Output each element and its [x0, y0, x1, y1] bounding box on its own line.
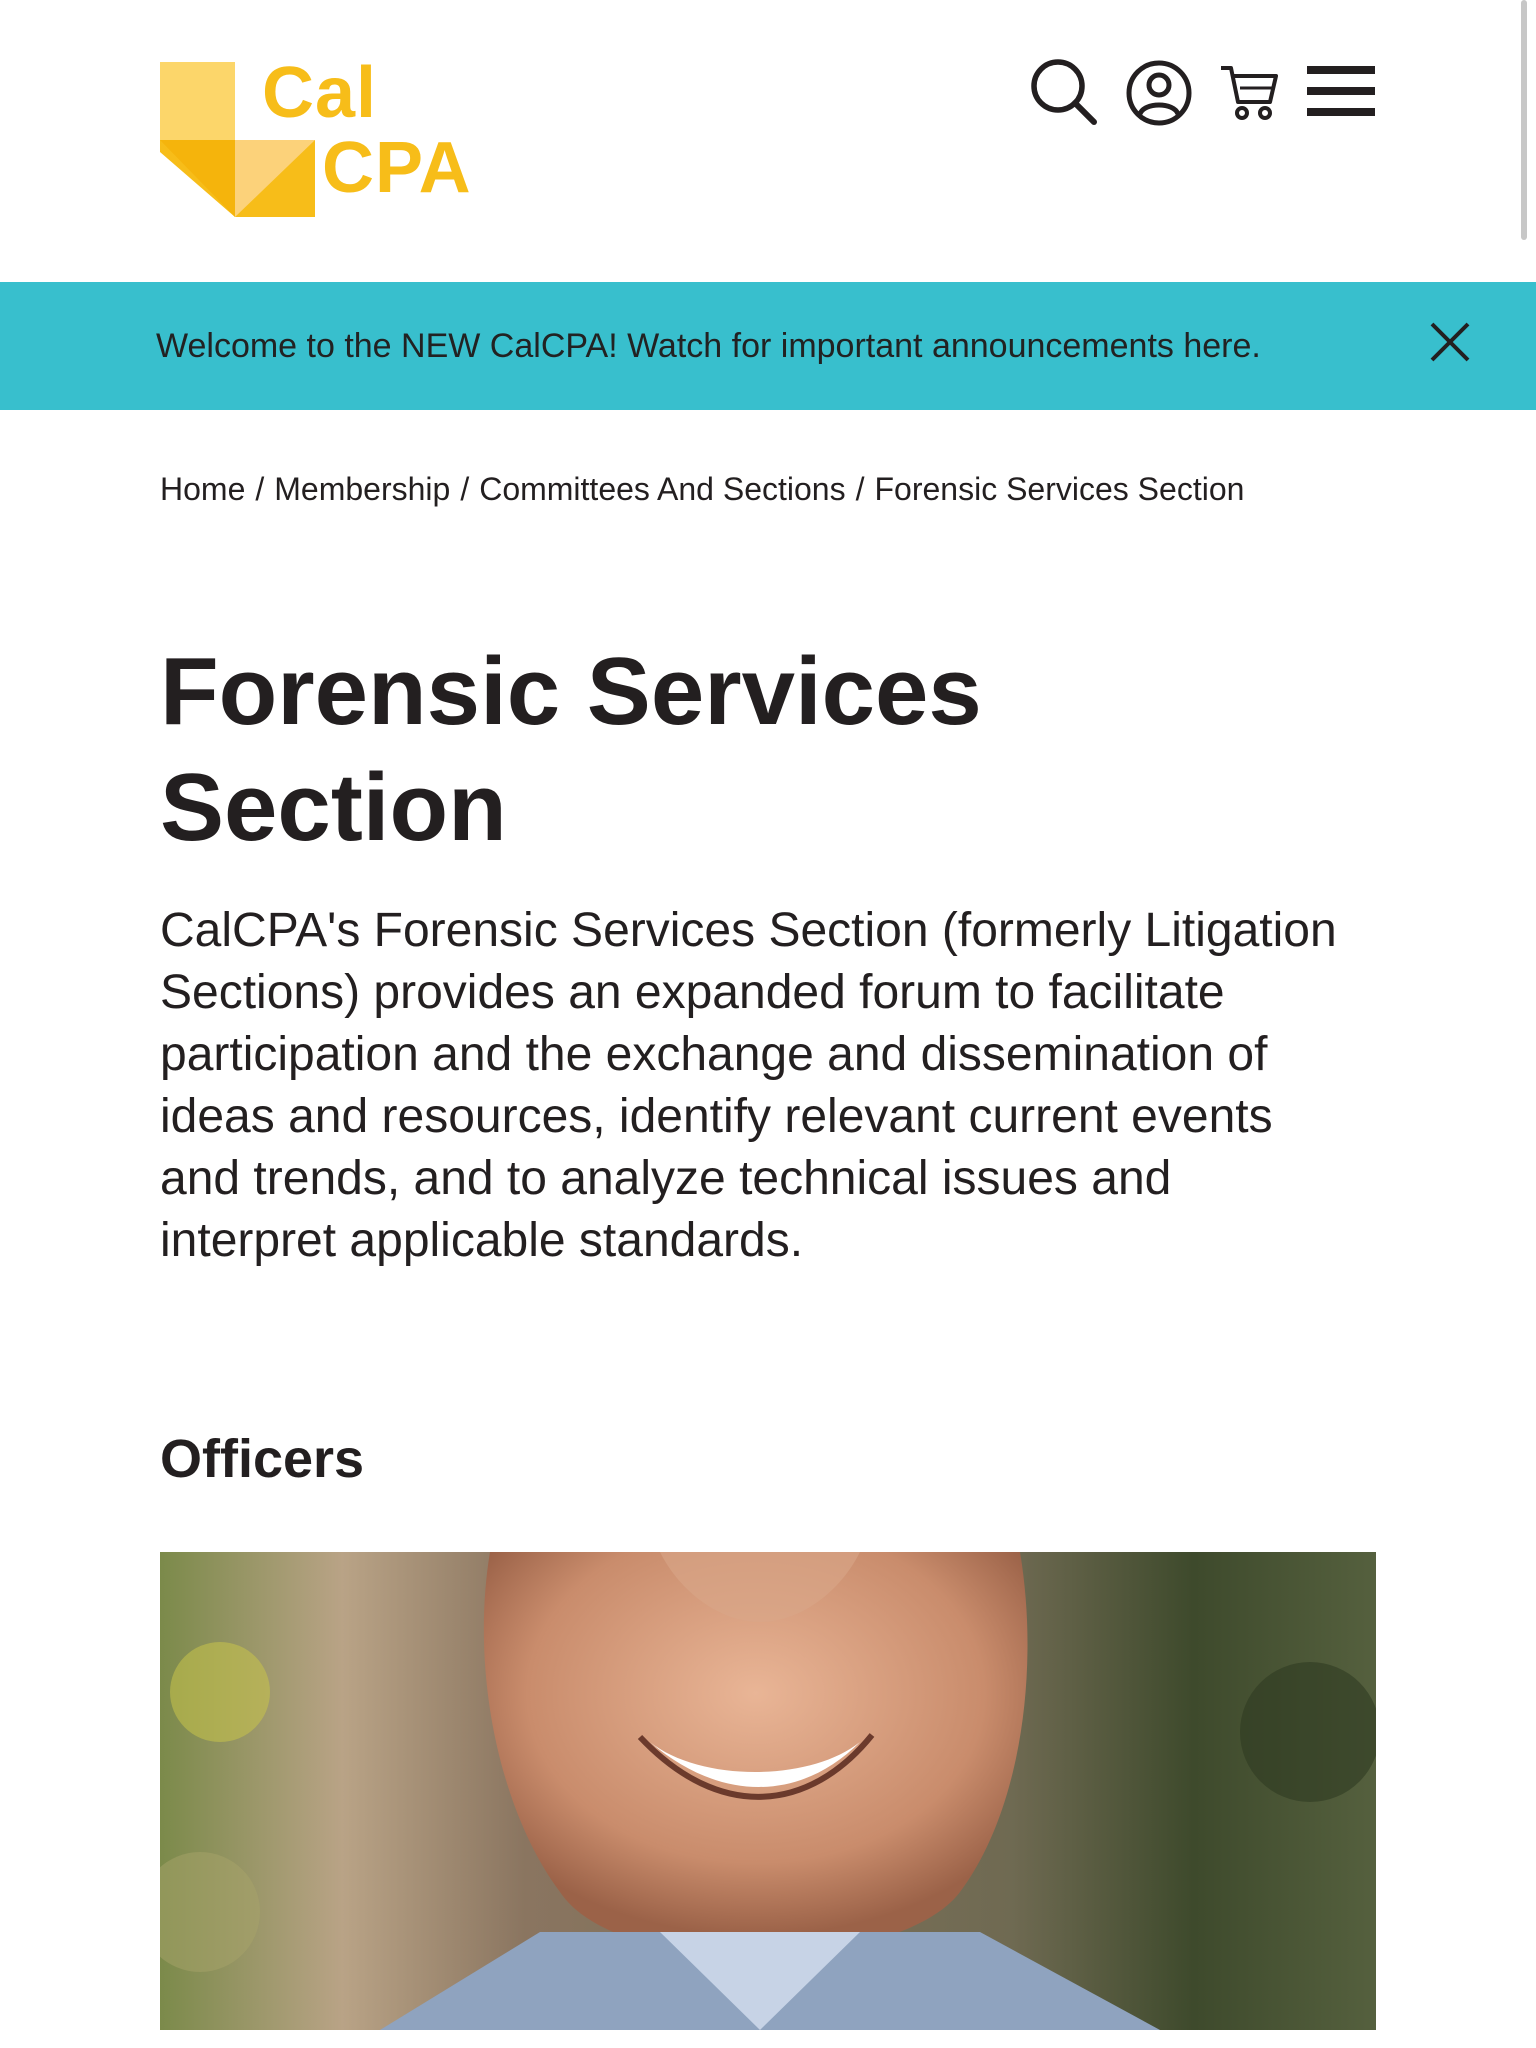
intro-paragraph: CalCPA's Forensic Services Section (form… — [160, 904, 1337, 1267]
breadcrumb-home[interactable]: Home — [160, 471, 245, 507]
cart-icon[interactable] — [1218, 62, 1282, 122]
breadcrumb-separator: / — [460, 471, 470, 507]
breadcrumb-membership[interactable]: Membership — [274, 471, 450, 507]
breadcrumb: Home / Membership / Committees And Sections /… — [160, 468, 1244, 510]
scrollbar[interactable] — [1521, 0, 1527, 240]
officer-photo — [160, 1552, 1376, 2030]
logo-text-cpa: CPA — [322, 128, 472, 208]
breadcrumb-separator: / — [855, 471, 865, 507]
logo-text-cal: Cal — [262, 53, 378, 133]
breadcrumb-separator: / — [255, 471, 265, 507]
close-icon[interactable] — [1428, 320, 1472, 364]
menu-icon[interactable] — [1305, 64, 1377, 118]
breadcrumb-current: Forensic Services Section — [874, 471, 1245, 507]
announcement-bar: Welcome to the NEW CalCPA! Watch for imp… — [0, 282, 1536, 410]
officers-heading: Officers — [160, 1429, 365, 1489]
page-title: Forensic Services Section — [160, 638, 982, 861]
announcement-text: Welcome to the NEW CalCPA! Watch for imp… — [156, 327, 1261, 365]
search-icon[interactable] — [1028, 56, 1098, 126]
breadcrumb-committees-and-sections[interactable]: Committees And Sections — [479, 471, 845, 507]
account-icon[interactable] — [1124, 58, 1194, 128]
site-header: Cal CPA — [0, 0, 1536, 282]
